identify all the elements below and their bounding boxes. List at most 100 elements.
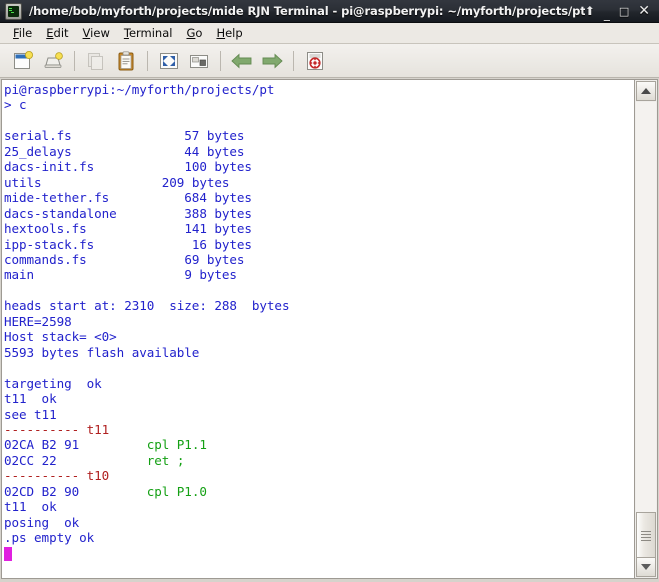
title-bar[interactable]: /home/bob/myforth/projects/mide RJN Term… bbox=[0, 0, 659, 23]
disasm-pad bbox=[79, 484, 147, 499]
file-unit: bytes bbox=[214, 221, 252, 237]
close-button[interactable]: ✕ bbox=[638, 4, 650, 18]
file-row: dacs-standalone 388 bytes bbox=[4, 206, 252, 221]
file-row: serial.fs 57 bytes bbox=[4, 128, 244, 143]
toolbar bbox=[0, 44, 659, 78]
file-pad bbox=[117, 206, 185, 221]
disasm-code: 02CA B2 91 cpl P1.1 bbox=[4, 437, 207, 452]
new-window-icon[interactable] bbox=[38, 47, 68, 75]
disasm-address: 02CC bbox=[4, 452, 35, 468]
menu-edit[interactable]: Edit bbox=[39, 24, 75, 42]
file-pad bbox=[72, 144, 185, 159]
file-row: commands.fs 69 bytes bbox=[4, 252, 244, 267]
file-row: utils 209 bytes bbox=[4, 175, 229, 190]
file-size: 388 bbox=[184, 205, 207, 221]
disasm-address: 02CD bbox=[4, 483, 35, 499]
new-tab-icon[interactable] bbox=[8, 47, 38, 75]
menu-view-rest: iew bbox=[90, 26, 110, 40]
file-name: ipp-stack.fs bbox=[4, 236, 95, 252]
scroll-down-arrow-icon[interactable] bbox=[636, 557, 656, 577]
terminal-screen[interactable]: pi@raspberrypi:~/myforth/projects/pt > c… bbox=[1, 79, 634, 579]
disasm-bytes: B2 91 bbox=[41, 437, 80, 453]
file-size: 209 bbox=[161, 174, 185, 190]
file-unit: bytes bbox=[214, 236, 252, 252]
menu-file-rest: ile bbox=[18, 26, 33, 40]
session-line: see t11 bbox=[4, 406, 57, 422]
disasm-label: t10 bbox=[86, 468, 110, 484]
toolbar-separator bbox=[293, 50, 294, 71]
terminal-area: pi@raspberrypi:~/myforth/projects/pt > c… bbox=[0, 78, 659, 582]
disasm-bytes: 22 bbox=[41, 452, 57, 468]
paste-icon[interactable] bbox=[111, 47, 141, 75]
window-controls: ⬆ _ □ ✕ bbox=[585, 4, 655, 21]
menu-view[interactable]: View bbox=[76, 24, 117, 42]
file-row: hextools.fs 141 bytes bbox=[4, 221, 252, 236]
reset-icon[interactable] bbox=[184, 47, 214, 75]
file-size: 44 bbox=[184, 143, 200, 159]
terminal-output: pi@raspberrypi:~/myforth/projects/pt > c… bbox=[4, 82, 634, 561]
memory-line: HERE=2598 bbox=[4, 313, 72, 329]
file-unit: bytes bbox=[199, 267, 237, 283]
file-name: mide-tether.fs bbox=[4, 190, 110, 206]
file-row: ipp-stack.fs 16 bytes bbox=[4, 237, 252, 252]
file-unit: bytes bbox=[214, 190, 252, 206]
file-unit: bytes bbox=[214, 159, 252, 175]
menu-go[interactable]: Go bbox=[179, 24, 209, 42]
terminal-scrollbar[interactable] bbox=[634, 79, 658, 579]
disasm-mnemonic: ret ; bbox=[146, 452, 185, 468]
scrollbar-track[interactable] bbox=[636, 102, 656, 556]
file-pad bbox=[42, 175, 162, 190]
menu-help[interactable]: Help bbox=[209, 24, 249, 42]
toolbar-separator bbox=[220, 50, 221, 71]
terminal-window: /home/bob/myforth/projects/mide RJN Term… bbox=[0, 0, 659, 582]
file-pad bbox=[94, 237, 192, 252]
terminal-icon bbox=[5, 2, 22, 20]
file-size: 100 bbox=[184, 159, 207, 175]
session-line: t11 ok bbox=[4, 391, 57, 407]
menu-file[interactable]: File bbox=[6, 24, 39, 42]
scrollbar-grip-icon bbox=[641, 529, 651, 543]
prompt-line: pi@raspberrypi:~/myforth/projects/pt bbox=[4, 82, 275, 97]
maximize-button[interactable]: □ bbox=[619, 5, 629, 18]
help-icon[interactable] bbox=[300, 47, 330, 75]
file-pad bbox=[94, 159, 184, 174]
disasm-bytes: B2 90 bbox=[41, 483, 80, 499]
copy-icon[interactable] bbox=[81, 47, 111, 75]
menu-edit-mnemonic: E bbox=[46, 26, 54, 40]
menu-go-rest: o bbox=[195, 26, 203, 40]
file-row: 25_delays 44 bytes bbox=[4, 144, 244, 159]
shade-button[interactable]: ⬆ bbox=[585, 4, 595, 18]
menu-terminal-rest: erminal bbox=[128, 26, 173, 40]
file-size: 69 bbox=[184, 251, 200, 267]
disasm-pad bbox=[57, 453, 147, 468]
forward-arrow-icon[interactable] bbox=[257, 47, 287, 75]
terminal-cursor bbox=[4, 546, 12, 561]
file-unit: bytes bbox=[206, 251, 245, 267]
back-arrow-icon[interactable] bbox=[227, 47, 257, 75]
minimize-button[interactable]: _ bbox=[604, 7, 610, 21]
menu-help-rest: elp bbox=[225, 26, 243, 40]
memory-line: heads start at: 2310 size: 288 bytes bbox=[4, 298, 290, 314]
menu-edit-rest: dit bbox=[53, 26, 69, 40]
disasm-mnemonic: cpl P1.0 bbox=[146, 483, 207, 499]
file-name: 25_delays bbox=[4, 143, 72, 159]
scrollbar-thumb[interactable] bbox=[636, 512, 656, 560]
menu-bar: File Edit View Terminal Go Help bbox=[0, 23, 659, 44]
file-name: utils bbox=[4, 174, 42, 190]
session-line: targeting ok bbox=[4, 375, 102, 391]
disasm-dashes: ---------- bbox=[4, 468, 80, 484]
trailing-line: .ps empty ok bbox=[4, 530, 95, 546]
fullscreen-icon[interactable] bbox=[154, 47, 184, 75]
menu-help-mnemonic: H bbox=[216, 26, 226, 40]
menu-terminal[interactable]: Terminal bbox=[117, 24, 180, 42]
file-row: dacs-init.fs 100 bytes bbox=[4, 159, 252, 174]
toolbar-separator bbox=[74, 50, 75, 71]
file-size: 57 bbox=[184, 128, 200, 144]
file-row: main 9 bytes bbox=[4, 267, 237, 282]
file-size: 16 bbox=[191, 236, 207, 252]
memory-line: 5593 bytes flash available bbox=[4, 344, 200, 360]
disasm-pad bbox=[79, 437, 147, 452]
scroll-up-arrow-icon[interactable] bbox=[636, 81, 656, 101]
disasm-header: ---------- t11 bbox=[4, 422, 109, 437]
memory-line: Host stack= <0> bbox=[4, 329, 117, 345]
